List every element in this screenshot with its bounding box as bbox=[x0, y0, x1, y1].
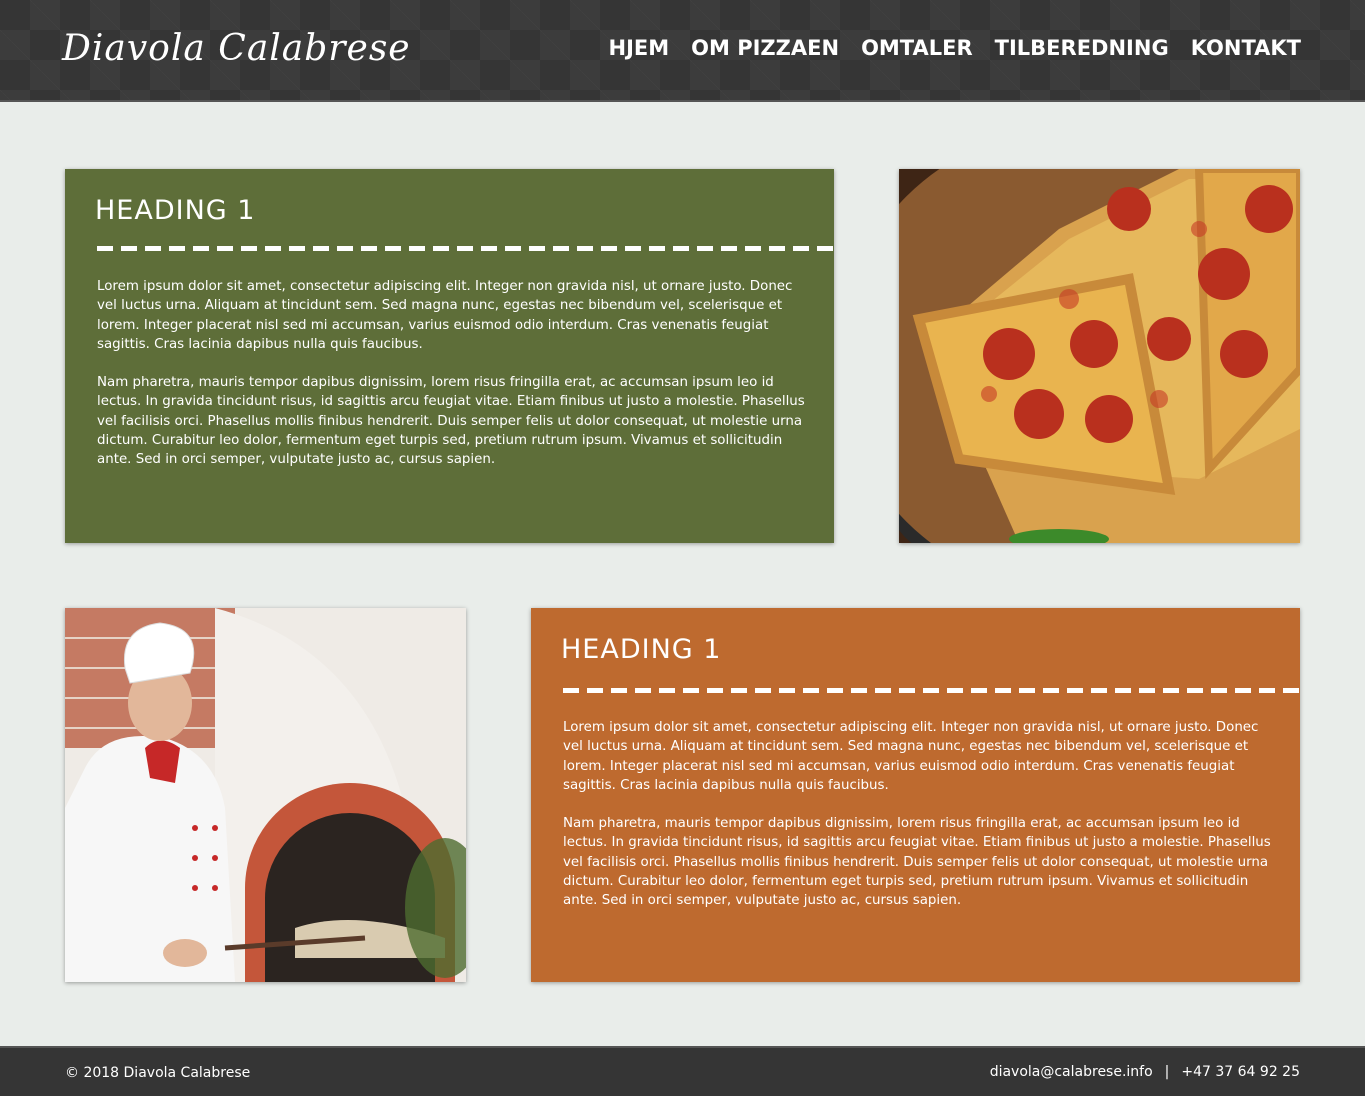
chef-illustration bbox=[65, 608, 466, 982]
chef-photo bbox=[65, 608, 466, 982]
section-heading: HEADING 1 bbox=[95, 195, 256, 226]
section-body: Lorem ipsum dolor sit amet, consectetur … bbox=[97, 277, 807, 489]
site-header: Diavola Calabrese HJEM OM PIZZAEN OMTALE… bbox=[0, 0, 1365, 102]
section-heading: HEADING 1 bbox=[561, 634, 722, 665]
nav-item-kontakt[interactable]: KONTAKT bbox=[1191, 36, 1301, 60]
footer-separator: | bbox=[1164, 1064, 1170, 1080]
paragraph: Nam pharetra, mauris tempor dapibus dign… bbox=[563, 816, 1271, 909]
main-nav: HJEM OM PIZZAEN OMTALER TILBEREDNING KON… bbox=[609, 36, 1301, 60]
site-footer: © 2018 Diavola Calabrese diavola@calabre… bbox=[0, 1046, 1365, 1096]
nav-item-hjem[interactable]: HJEM bbox=[609, 36, 670, 60]
phone-link[interactable]: +47 37 64 92 25 bbox=[1181, 1064, 1300, 1080]
nav-item-om-pizzaen[interactable]: OM PIZZAEN bbox=[691, 36, 839, 60]
nav-item-omtaler[interactable]: OMTALER bbox=[861, 36, 973, 60]
pizza-photo bbox=[899, 169, 1300, 543]
paragraph: Lorem ipsum dolor sit amet, consectetur … bbox=[563, 720, 1259, 793]
dashed-divider bbox=[97, 246, 839, 251]
email-link[interactable]: diavola@calabrese.info bbox=[990, 1064, 1153, 1080]
copyright-text: © 2018 Diavola Calabrese bbox=[65, 1065, 251, 1081]
paragraph: Lorem ipsum dolor sit amet, consectetur … bbox=[97, 279, 793, 352]
content-card-green: HEADING 1 Lorem ipsum dolor sit amet, co… bbox=[65, 169, 839, 543]
content-card-orange: HEADING 1 Lorem ipsum dolor sit amet, co… bbox=[531, 608, 1305, 982]
paragraph: Nam pharetra, mauris tempor dapibus dign… bbox=[97, 375, 805, 468]
section-body: Lorem ipsum dolor sit amet, consectetur … bbox=[563, 718, 1273, 930]
site-logo[interactable]: Diavola Calabrese bbox=[62, 28, 411, 69]
pizza-illustration bbox=[899, 169, 1300, 543]
dashed-divider bbox=[563, 688, 1305, 693]
footer-contact: diavola@calabrese.info | +47 37 64 92 25 bbox=[990, 1064, 1300, 1080]
nav-item-tilberedning[interactable]: TILBEREDNING bbox=[995, 36, 1169, 60]
